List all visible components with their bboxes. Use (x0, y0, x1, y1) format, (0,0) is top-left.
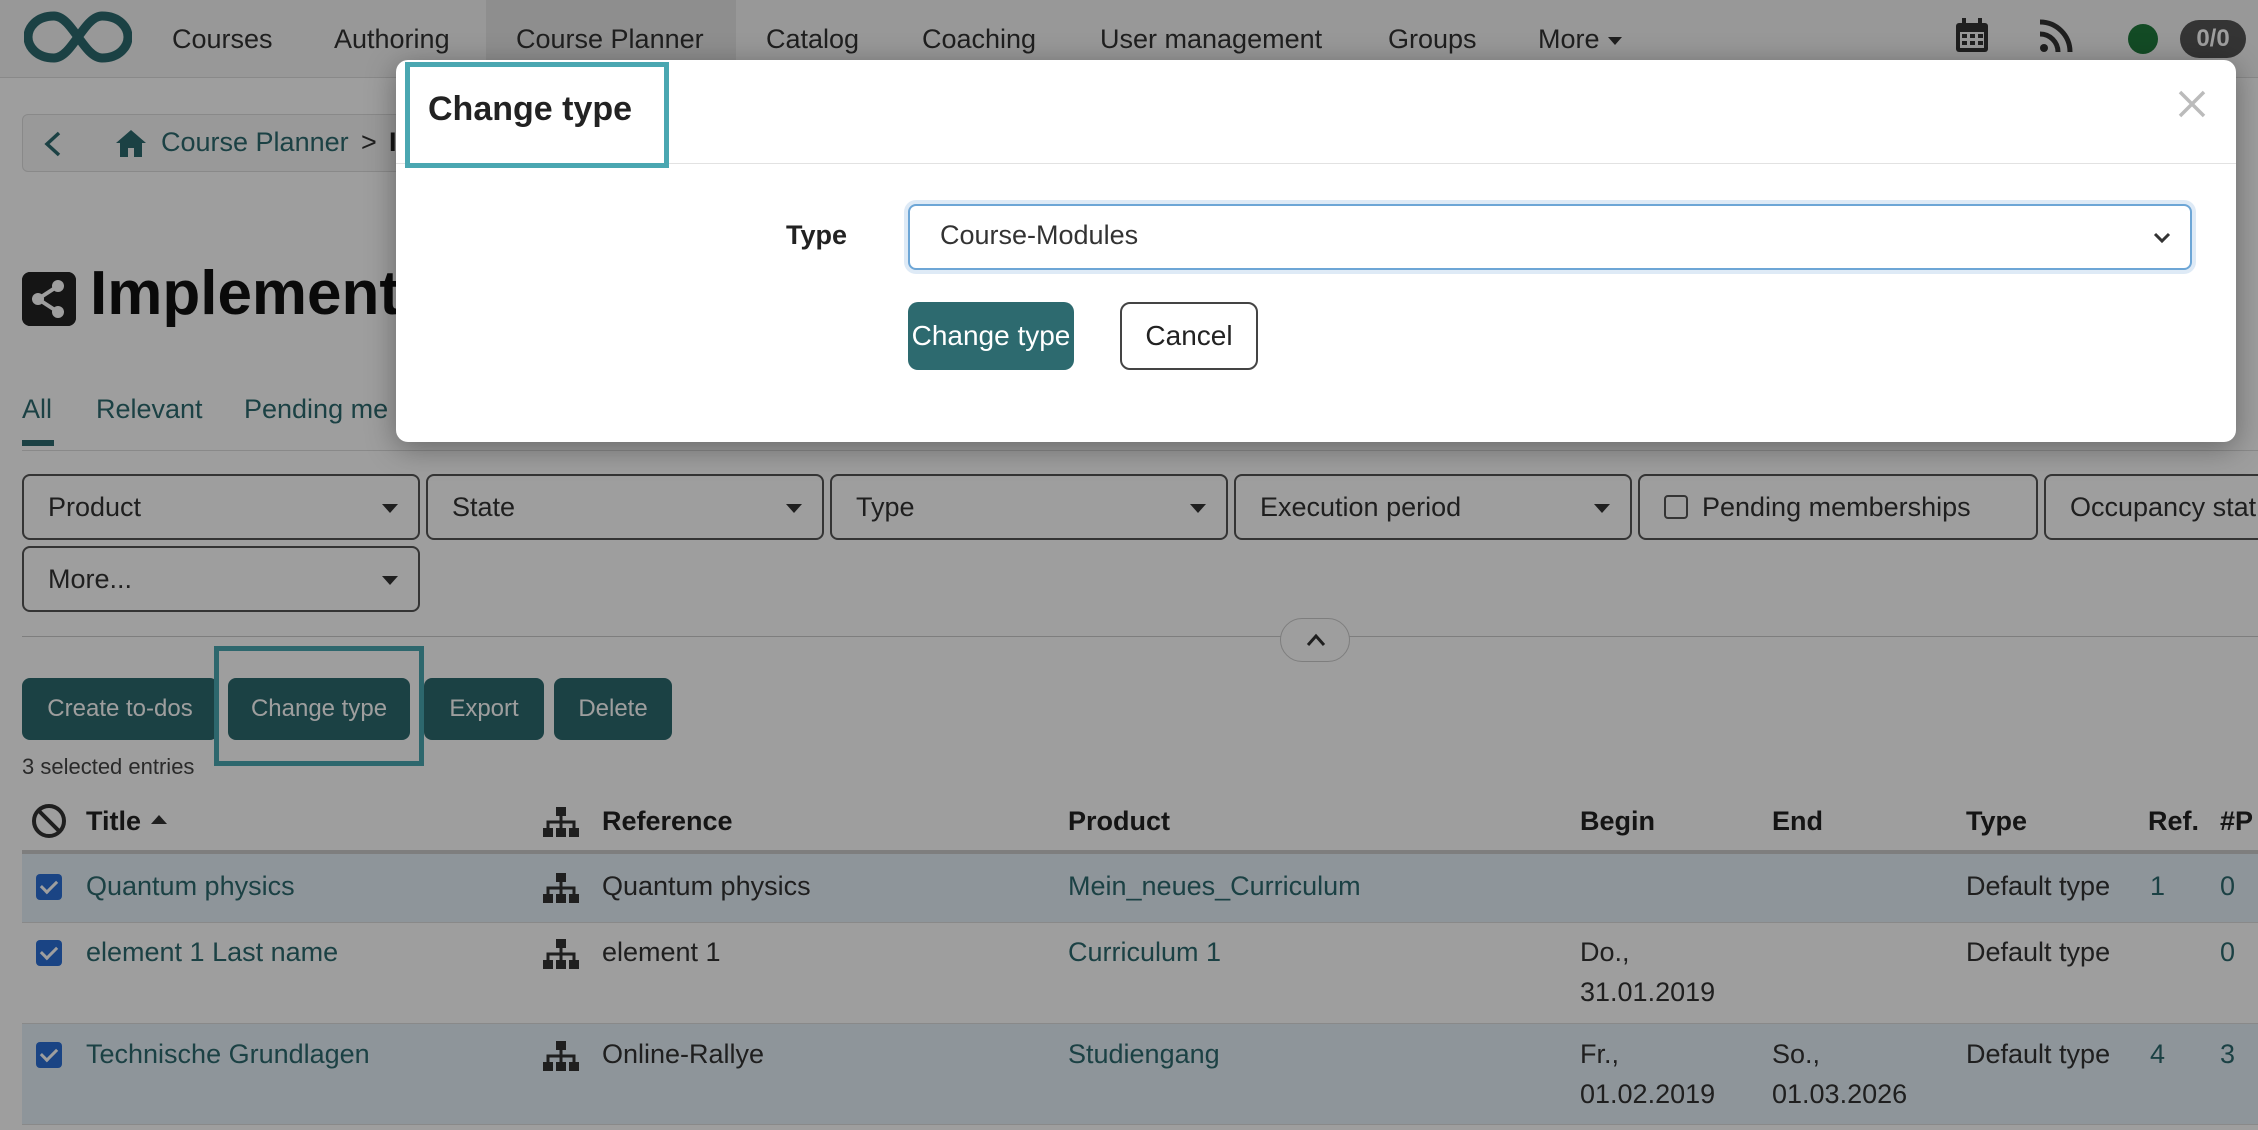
change-type-dialog: Change type Type Course-Modules Change t… (396, 60, 2236, 442)
cancel-button[interactable]: Cancel (1120, 302, 1258, 370)
change-type-submit-button[interactable]: Change type (908, 302, 1074, 370)
modal-title-highlight (405, 62, 669, 168)
type-select-value: Course-Modules (940, 220, 1139, 250)
modal-header: Change type (396, 60, 2236, 164)
close-icon[interactable] (2174, 86, 2210, 122)
chevron-down-icon (2153, 232, 2171, 244)
type-select[interactable]: Course-Modules (908, 204, 2192, 270)
type-field-label: Type (786, 220, 848, 250)
